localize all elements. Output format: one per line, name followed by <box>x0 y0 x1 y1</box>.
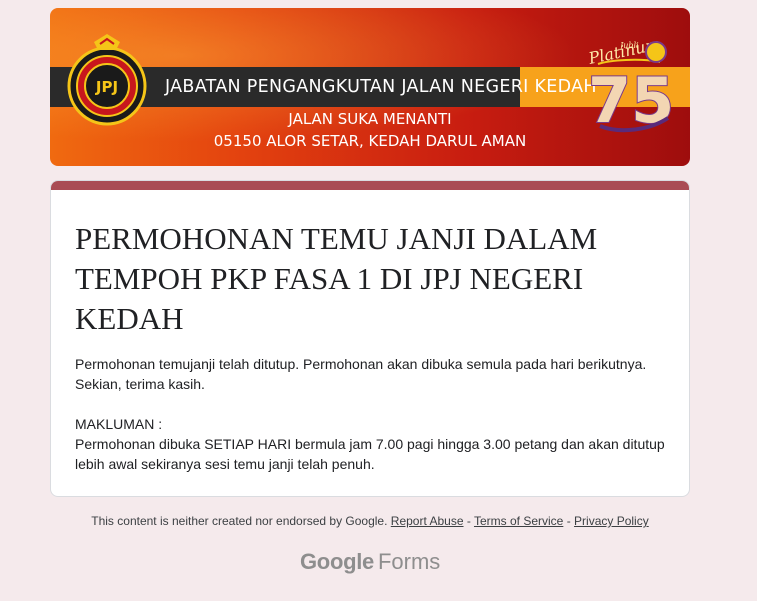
banner-address-line2: 05150 ALOR SETAR, KEDAH DARUL AMAN <box>213 132 527 150</box>
report-abuse-link[interactable]: Report Abuse <box>391 514 464 528</box>
banner-agency-name: JABATAN PENGANGKUTAN JALAN NEGERI KEDAH <box>165 77 597 97</box>
footer-separator: - <box>566 514 571 528</box>
jubilee-small: Jubli <box>618 41 639 50</box>
google-forms-logo[interactable]: Google Forms <box>300 546 440 578</box>
description-line: Sekian, terima kasih. <box>75 376 205 392</box>
terms-of-service-link[interactable]: Terms of Service <box>474 514 563 528</box>
footer-disclaimer: This content is neither created nor endo… <box>50 512 690 530</box>
banner-address-line1: JALAN SUKA MENANTI <box>288 110 452 128</box>
forms-wordmark: Forms <box>377 549 441 574</box>
jpj-crest-logo: JPJ <box>67 34 147 126</box>
form-accent-bar <box>51 181 689 190</box>
header-banner: JPJ JABATAN PENGANGKUTAN JALAN NEGERI KE… <box>50 8 690 166</box>
form-description: Permohonan temujanji telah ditutup. Perm… <box>75 354 675 474</box>
logo-text: JPJ <box>95 78 118 96</box>
footer-separator: - <box>466 514 471 528</box>
form-title: PERMOHONAN TEMU JANJI DALAM TEMPOH PKP F… <box>75 221 598 336</box>
google-wordmark: Google <box>300 549 374 574</box>
privacy-policy-link[interactable]: Privacy Policy <box>574 514 649 528</box>
description-line: Permohonan temujanji telah ditutup. Perm… <box>75 356 647 372</box>
banner-address: JALAN SUKA MENANTI 05150 ALOR SETAR, KED… <box>210 108 530 152</box>
disclaimer-text: This content is neither created nor endo… <box>91 514 388 528</box>
jubilee-75-emblem: Platinum Jubli 75 <box>586 34 675 134</box>
description-line: Permohonan dibuka SETIAP HARI bermula ja… <box>75 436 665 472</box>
description-line: MAKLUMAN : <box>75 416 163 432</box>
form-header-card: PERMOHONAN TEMU JANJI DALAM TEMPOH PKP F… <box>50 180 690 497</box>
